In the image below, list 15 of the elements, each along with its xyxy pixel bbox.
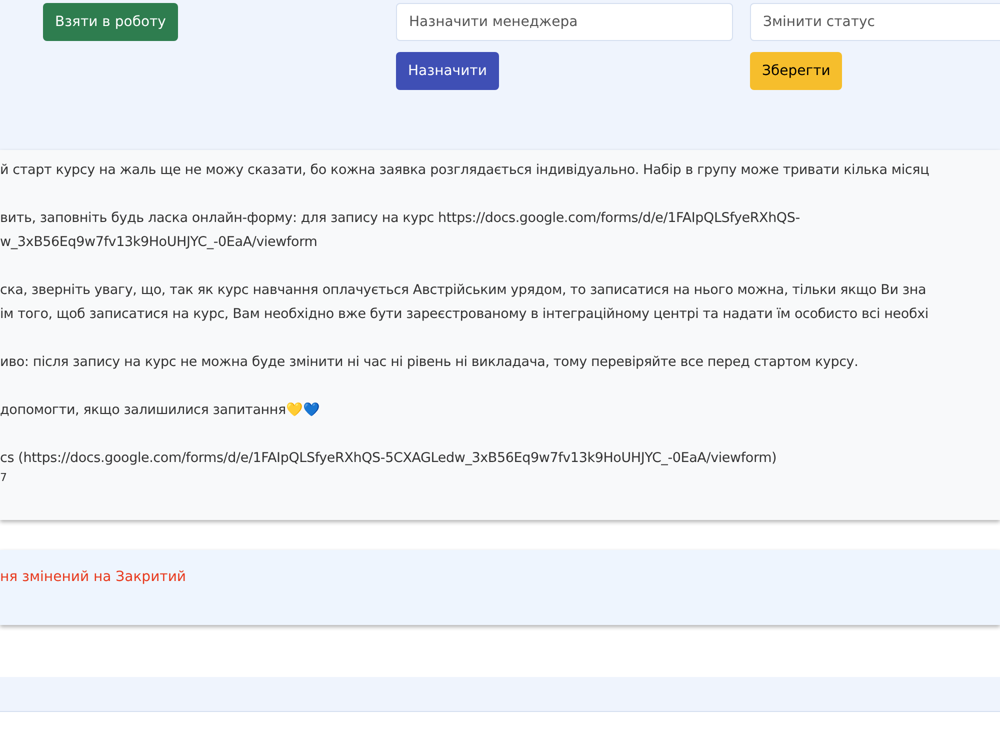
status-field[interactable]: Змінити статус [750,3,1000,41]
status-note: ня змінений на Закритий [0,569,186,585]
take-button[interactable]: Взяти в роботу [43,3,178,41]
message-line: ім того, щоб записатися на курс, Вам необхідно вже бути зареєстрованому в інтеграційному центрі та надати їм особисто всі необхі [0,305,928,324]
message-line: cs (https://docs.google.com/forms/d/e/1FAIpQLSfyeRXhQS-5CXAGLedw_3xB56Eq9w7fv13k9HoUHJYC_-0EaA/viewform) [0,449,777,468]
message-line: иво: після запису на курс не можна буде змінити ні час ні рівень ні викладача, тому перевіряйте все перед стартом курсу. [0,353,858,372]
manager-field[interactable]: Назначити менеджера [396,3,734,41]
assign-button[interactable]: Назначити [396,52,499,90]
message-line: ска, зверніть увагу, що, так як курс навчання оплачується Австрійським урядом, то записатися на нього можна, тільки якщо Ви зна [0,281,926,300]
save-button[interactable]: Зберегти [750,52,842,90]
message-line: w_3xB56Eq9w7fv13k9HoUHJYC_-0EaA/viewform [0,233,318,252]
message-line: вить, заповніть будь ласка онлайн-форму: для запису на курс https://docs.google.com/forms/d/e/1FAIpQLSfyeRXhQS- [0,209,800,228]
message-line: й старт курсу на жаль ще не можу сказати, бо кожна заявка розглядається індивідуально. Набір в групу може тривати кілька місяц [0,161,930,180]
message-line: допомогти, якщо залишилися запитання💛💙 [0,401,320,420]
message-time: 7 [0,472,7,484]
